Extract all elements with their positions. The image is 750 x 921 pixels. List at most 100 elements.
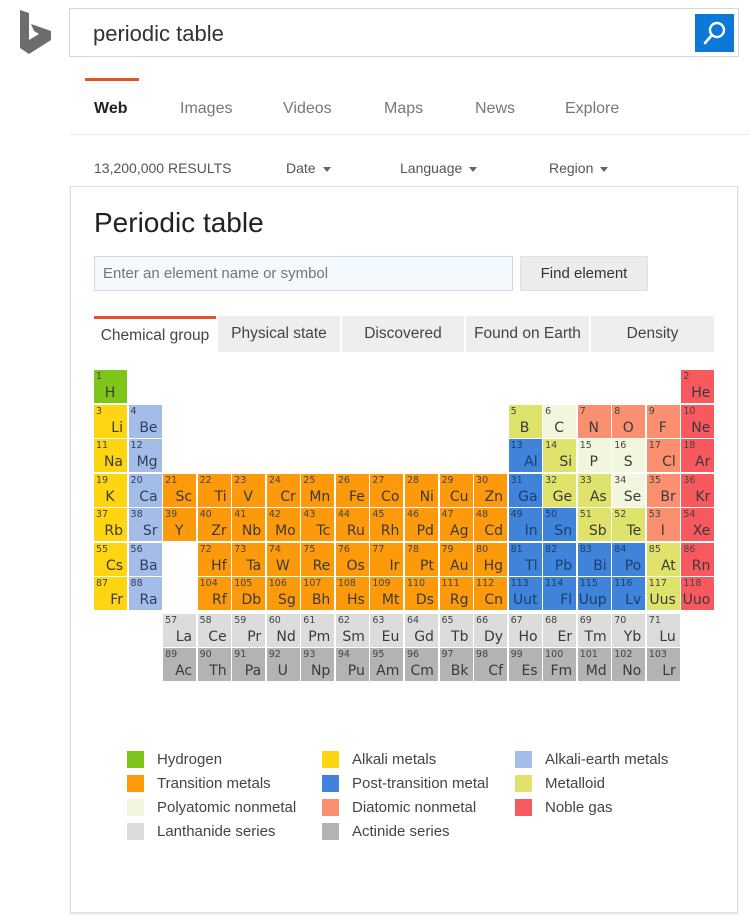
element-cell-ir[interactable]: 77 Ir (370, 542, 404, 576)
element-cell-ti[interactable]: 22 Ti (197, 473, 231, 507)
element-cell-db[interactable]: 105 Db (232, 577, 266, 611)
element-cell-sn[interactable]: 50 Sn (543, 508, 577, 542)
element-cell-ca[interactable]: 20 Ca (128, 473, 162, 507)
element-cell-lu[interactable]: 71 Lu (646, 613, 680, 647)
element-cell-am[interactable]: 95 Am (370, 648, 404, 682)
element-cell-rh[interactable]: 45 Rh (370, 508, 404, 542)
element-cell-eu[interactable]: 63 Eu (370, 613, 404, 647)
element-cell-te[interactable]: 52 Te (612, 508, 646, 542)
tab-discovered[interactable]: Discovered (342, 316, 464, 352)
element-cell-pd[interactable]: 46 Pd (404, 508, 438, 542)
element-cell-be[interactable]: 4 Be (128, 404, 162, 438)
element-cell-mo[interactable]: 42 Mo (266, 508, 300, 542)
element-cell-sc[interactable]: 21 Sc (163, 473, 197, 507)
tab-chemical-group[interactable]: Chemical group (94, 316, 216, 352)
element-cell-sb[interactable]: 51 Sb (577, 508, 611, 542)
element-cell-cl[interactable]: 17 Cl (646, 439, 680, 473)
scope-videos[interactable]: Videos (283, 100, 332, 118)
element-cell-uut[interactable]: 113 Uut (508, 577, 542, 611)
element-cell-hf[interactable]: 72 Hf (197, 542, 231, 576)
tab-physical-state[interactable]: Physical state (218, 316, 340, 352)
element-cell-pr[interactable]: 59 Pr (232, 613, 266, 647)
search-button[interactable] (695, 14, 734, 52)
element-cell-ga[interactable]: 31 Ga (508, 473, 542, 507)
element-cell-ar[interactable]: 18 Ar (681, 439, 715, 473)
element-cell-h[interactable]: 1H (94, 370, 127, 403)
element-cell-fl[interactable]: 114 Fl (543, 577, 577, 611)
element-cell-b[interactable]: 5B (508, 404, 542, 438)
element-cell-na[interactable]: 11 Na (94, 439, 127, 473)
element-cell-f[interactable]: 9F (646, 404, 680, 438)
element-cell-os[interactable]: 76 Os (335, 542, 369, 576)
element-cell-tb[interactable]: 65 Tb (439, 613, 473, 647)
element-cell-ds[interactable]: 110 Ds (404, 577, 438, 611)
element-cell-s[interactable]: 16 S (612, 439, 646, 473)
element-cell-yb[interactable]: 70 Yb (612, 613, 646, 647)
element-cell-mt[interactable]: 109 Mt (370, 577, 404, 611)
element-cell-mg[interactable]: 12 Mg (128, 439, 162, 473)
element-cell-w[interactable]: 74 W (266, 542, 300, 576)
element-cell-np[interactable]: 93 Np (301, 648, 335, 682)
element-cell-uuo[interactable]: 118 Uuo (681, 577, 715, 611)
element-cell-at[interactable]: 85 At (646, 542, 680, 576)
element-cell-au[interactable]: 79 Au (439, 542, 473, 576)
language-filter[interactable]: Language (400, 160, 478, 176)
element-cell-ba[interactable]: 56 Ba (128, 542, 162, 576)
element-cell-xe[interactable]: 54 Xe (681, 508, 715, 542)
element-cell-rg[interactable]: 111 Rg (439, 577, 473, 611)
element-cell-cn[interactable]: 112 Cn (474, 577, 508, 611)
element-cell-re[interactable]: 75 Re (301, 542, 335, 576)
element-cell-pb[interactable]: 82 Pb (543, 542, 577, 576)
element-cell-nb[interactable]: 41 Nb (232, 508, 266, 542)
element-cell-dy[interactable]: 66 Dy (474, 613, 508, 647)
element-search-input[interactable] (94, 256, 513, 291)
element-cell-ta[interactable]: 73 Ta (232, 542, 266, 576)
element-cell-p[interactable]: 15 P (577, 439, 611, 473)
element-cell-no[interactable]: 102 No (612, 648, 646, 682)
search-box[interactable]: periodic table (69, 8, 739, 57)
element-cell-sr[interactable]: 38 Sr (128, 508, 162, 542)
element-cell-md[interactable]: 101 Md (577, 648, 611, 682)
element-cell-lr[interactable]: 103 Lr (646, 648, 680, 682)
region-filter[interactable]: Region (549, 160, 609, 176)
element-cell-cd[interactable]: 48 Cd (474, 508, 508, 542)
element-cell-v[interactable]: 23 V (232, 473, 266, 507)
element-cell-ag[interactable]: 47 Ag (439, 508, 473, 542)
element-cell-zr[interactable]: 40 Zr (197, 508, 231, 542)
element-cell-al[interactable]: 13 Al (508, 439, 542, 473)
scope-images[interactable]: Images (180, 100, 232, 118)
element-cell-tc[interactable]: 43 Tc (301, 508, 335, 542)
element-cell-cs[interactable]: 55 Cs (94, 542, 127, 576)
element-cell-cu[interactable]: 29 Cu (439, 473, 473, 507)
element-cell-ru[interactable]: 44 Ru (335, 508, 369, 542)
element-cell-th[interactable]: 90 Th (197, 648, 231, 682)
element-cell-k[interactable]: 19 K (94, 473, 127, 507)
element-cell-pu[interactable]: 94 Pu (335, 648, 369, 682)
element-cell-o[interactable]: 8O (612, 404, 646, 438)
element-cell-se[interactable]: 34 Se (612, 473, 646, 507)
search-input[interactable]: periodic table (93, 21, 224, 47)
element-cell-ni[interactable]: 28 Ni (404, 473, 438, 507)
scope-news[interactable]: News (475, 100, 515, 118)
scope-explore[interactable]: Explore (565, 100, 619, 118)
element-cell-hs[interactable]: 108 Hs (335, 577, 369, 611)
element-cell-mn[interactable]: 25 Mn (301, 473, 335, 507)
element-cell-hg[interactable]: 80 Hg (474, 542, 508, 576)
element-cell-nd[interactable]: 60 Nd (266, 613, 300, 647)
element-cell-n[interactable]: 7N (577, 404, 611, 438)
element-cell-i[interactable]: 53 I (646, 508, 680, 542)
date-filter[interactable]: Date (286, 160, 331, 176)
element-cell-er[interactable]: 68 Er (543, 613, 577, 647)
element-cell-bh[interactable]: 107 Bh (301, 577, 335, 611)
bing-logo-icon[interactable] (18, 10, 54, 54)
element-cell-cr[interactable]: 24 Cr (266, 473, 300, 507)
tab-found-on-earth[interactable]: Found on Earth (466, 316, 589, 352)
scope-maps[interactable]: Maps (384, 100, 423, 118)
element-cell-tm[interactable]: 69 Tm (577, 613, 611, 647)
element-cell-po[interactable]: 84 Po (612, 542, 646, 576)
element-cell-lv[interactable]: 116 Lv (612, 577, 646, 611)
element-cell-uup[interactable]: 115 Uup (577, 577, 611, 611)
element-cell-ce[interactable]: 58 Ce (197, 613, 231, 647)
element-cell-sg[interactable]: 106 Sg (266, 577, 300, 611)
element-cell-ge[interactable]: 32 Ge (543, 473, 577, 507)
